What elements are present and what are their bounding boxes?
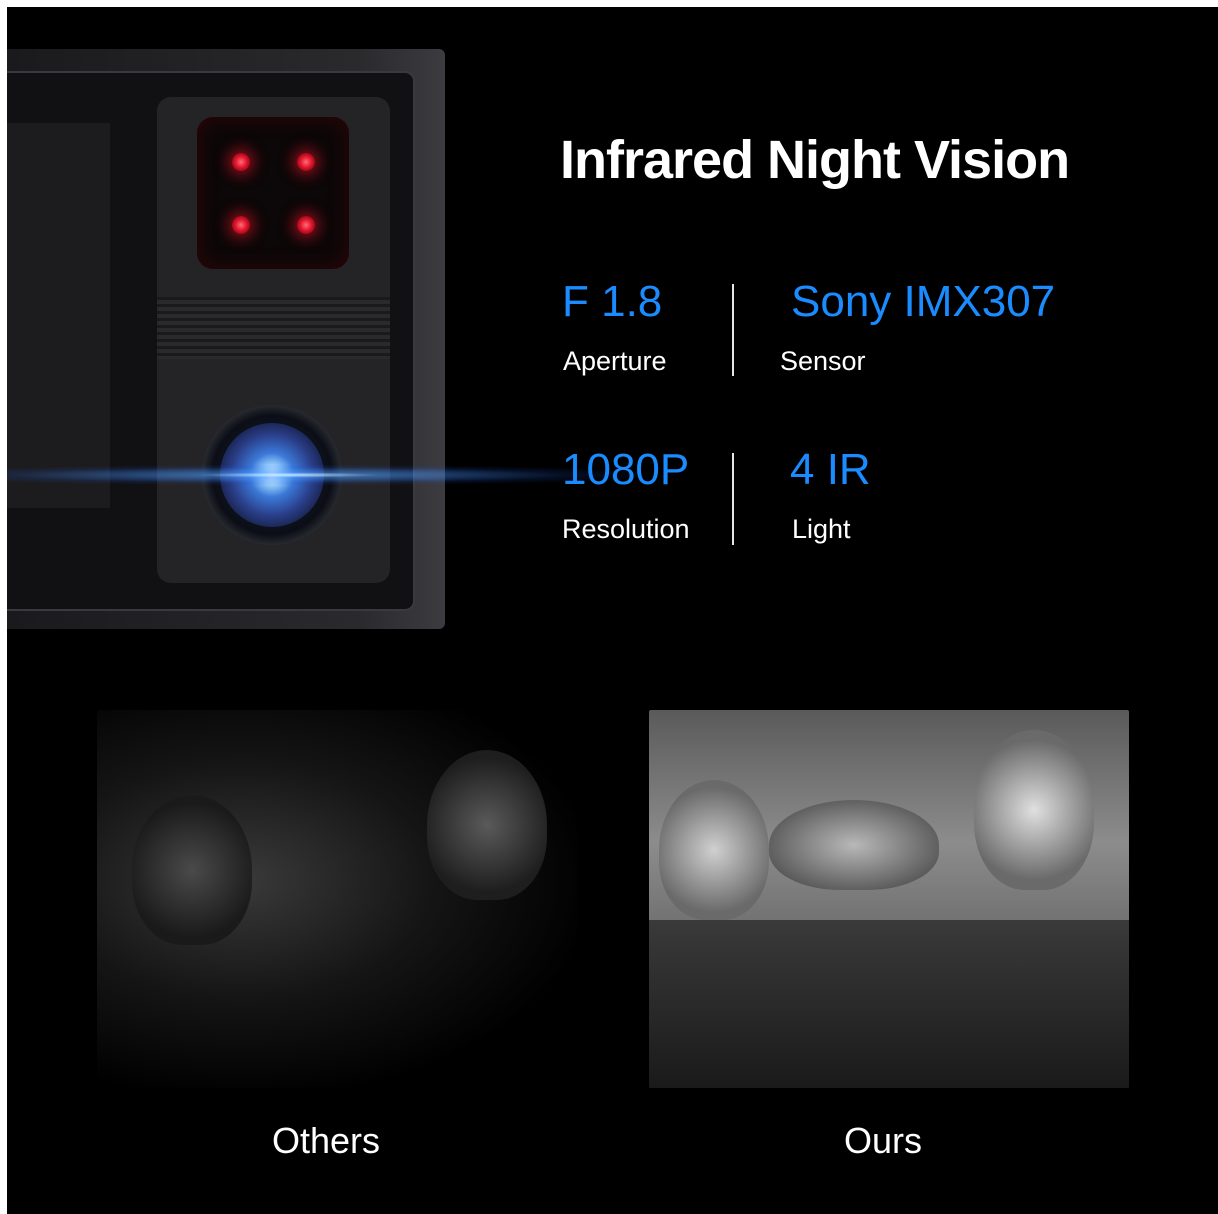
spec-sensor-value: Sony IMX307 xyxy=(791,277,1056,326)
spec-divider xyxy=(732,284,734,376)
rear-passengers xyxy=(769,800,939,890)
spec-ir-label: Light xyxy=(792,514,851,544)
device-screen xyxy=(7,123,110,508)
driver-silhouette xyxy=(427,750,547,900)
spec-resolution-value: 1080P xyxy=(562,445,690,494)
driver-silhouette xyxy=(974,730,1094,890)
spec-sensor-label: Sensor xyxy=(780,346,866,376)
ir-led-icon xyxy=(297,216,315,234)
ours-caption: Ours xyxy=(844,1120,923,1161)
spec-resolution-label: Resolution xyxy=(562,514,690,544)
page-title: Infrared Night Vision xyxy=(560,130,1070,190)
spec-aperture-label: Aperture xyxy=(563,346,667,376)
camera-module xyxy=(157,97,390,583)
product-banner: Infrared Night Vision F 1.8 Aperture Son… xyxy=(7,7,1218,1214)
spec-divider xyxy=(732,453,734,545)
ir-led-icon xyxy=(297,153,315,171)
dashcam-device-image xyxy=(7,49,445,629)
ours-night-photo xyxy=(649,710,1129,1088)
others-night-photo xyxy=(97,710,577,1088)
ir-led-icon xyxy=(232,153,250,171)
lens-flare xyxy=(7,465,647,485)
passenger-silhouette xyxy=(132,795,252,945)
seat-area xyxy=(649,920,1129,1088)
speaker-grille xyxy=(157,297,390,359)
spec-ir-value: 4 IR xyxy=(790,445,871,494)
passenger-silhouette xyxy=(659,780,769,920)
device-bezel xyxy=(7,71,415,611)
spec-aperture-value: F 1.8 xyxy=(562,277,663,326)
ir-led-icon xyxy=(232,216,250,234)
ir-light-panel xyxy=(197,117,349,269)
others-caption: Others xyxy=(272,1120,381,1161)
